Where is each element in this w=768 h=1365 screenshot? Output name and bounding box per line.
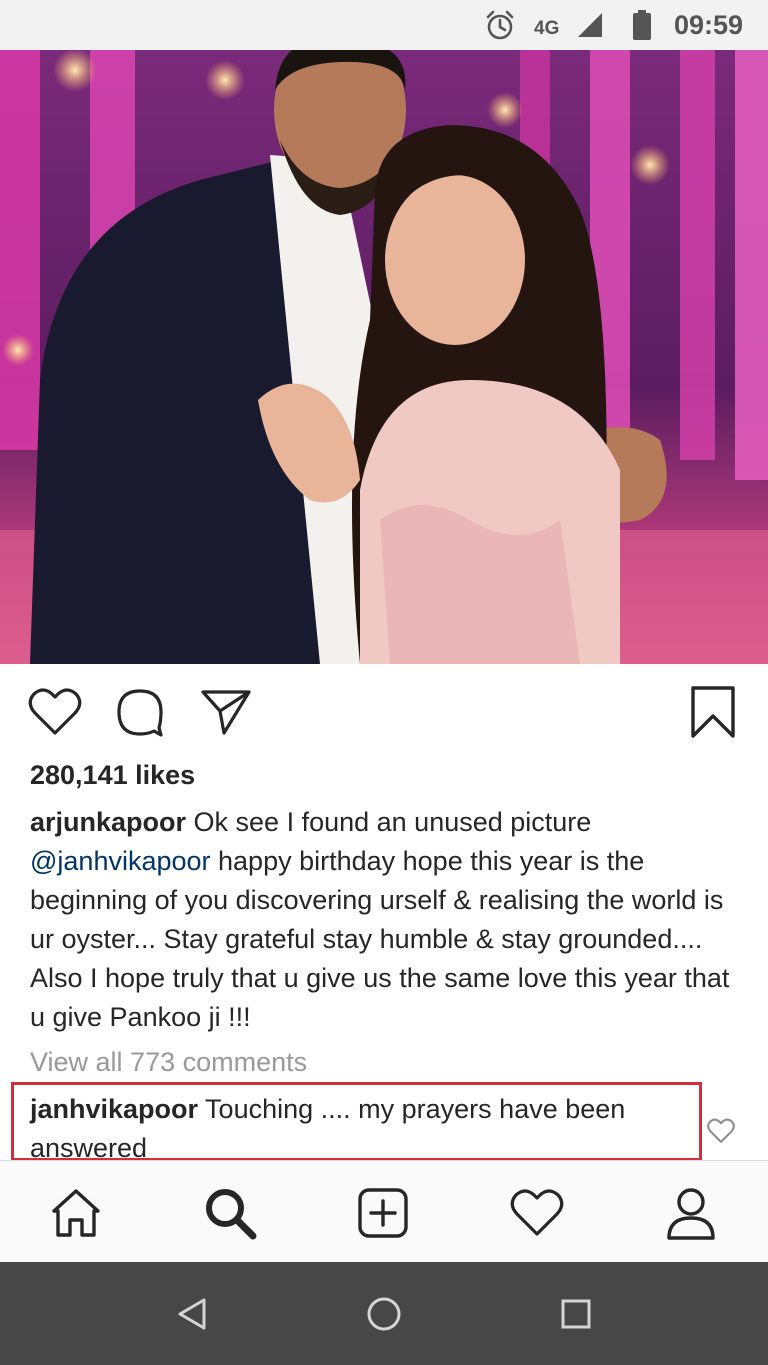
- heart-icon[interactable]: [25, 682, 85, 742]
- back-icon[interactable]: [166, 1288, 218, 1340]
- network-type: 4G: [534, 18, 560, 39]
- battery-icon: [632, 0, 654, 50]
- status-time: 09:59: [674, 9, 744, 40]
- alarm-icon: [482, 0, 518, 50]
- profile-icon[interactable]: [661, 1183, 721, 1243]
- comment-highlight-box: [11, 1082, 702, 1161]
- comment-like-heart-icon[interactable]: [704, 1116, 738, 1146]
- post-caption: arjunkapoor Ok see I found an unused pic…: [30, 803, 742, 1037]
- recents-icon[interactable]: [550, 1288, 602, 1340]
- post-action-bar: [0, 664, 768, 764]
- home-icon[interactable]: [46, 1183, 106, 1243]
- likes-count[interactable]: 280,141 likes: [30, 760, 195, 791]
- search-icon[interactable]: [200, 1183, 260, 1243]
- signal-icon: [576, 0, 606, 50]
- android-navigation-bar: [0, 1262, 768, 1365]
- home-circle-icon[interactable]: [358, 1288, 410, 1340]
- bottom-navigation: [0, 1160, 768, 1262]
- status-bar: 4G 09:59: [0, 0, 768, 50]
- view-all-comments-link[interactable]: View all 773 comments: [30, 1047, 307, 1078]
- bookmark-icon[interactable]: [683, 682, 743, 742]
- post-photo[interactable]: [0, 50, 768, 664]
- comment-icon[interactable]: [110, 682, 170, 742]
- activity-heart-icon[interactable]: [507, 1183, 567, 1243]
- caption-mention[interactable]: @janhvikapoor: [30, 846, 211, 876]
- share-icon[interactable]: [196, 682, 256, 742]
- caption-username[interactable]: arjunkapoor: [30, 807, 186, 837]
- caption-text: Ok see I found an unused picture: [186, 807, 592, 837]
- add-post-icon[interactable]: [353, 1183, 413, 1243]
